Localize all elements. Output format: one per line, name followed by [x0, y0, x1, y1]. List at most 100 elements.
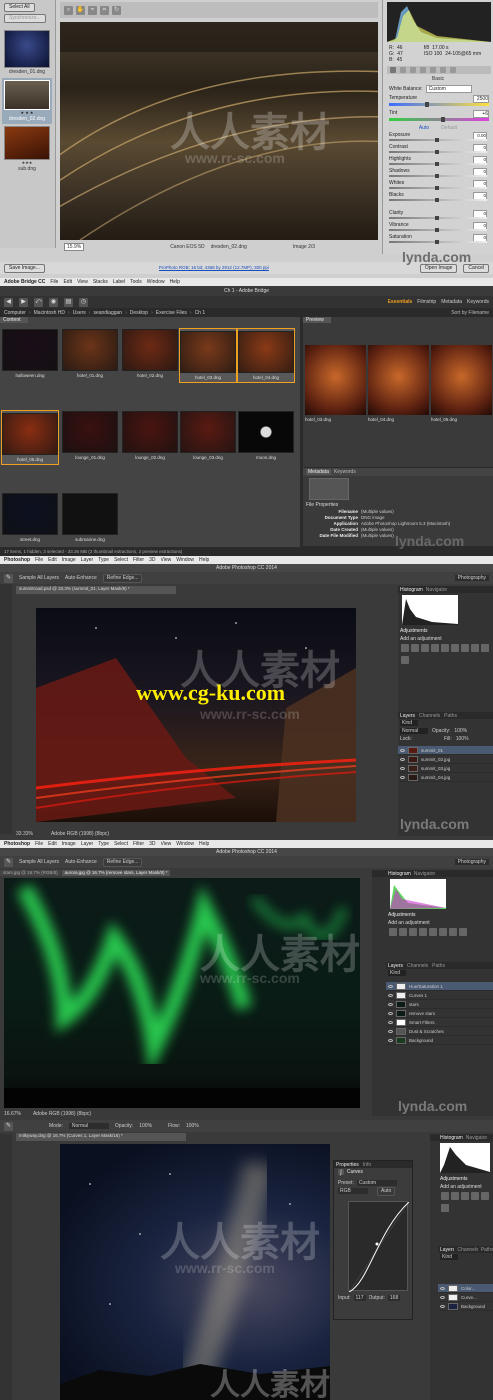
- document-tab-stars[interactable]: stars.jpg @ 16.7% (RGB/8): [0, 870, 61, 876]
- kind-filter[interactable]: Kind: [400, 720, 418, 726]
- workflow-options-link[interactable]: ProPhoto RGB; 16 bit; 4368 by 2912 (12.7…: [159, 265, 269, 271]
- menu-item[interactable]: Label: [113, 279, 125, 285]
- thumbnail-item[interactable]: hotel_05.dng: [1, 410, 59, 465]
- default-link[interactable]: Default: [441, 125, 457, 131]
- visibility-eye-icon[interactable]: [400, 757, 405, 761]
- input-value[interactable]: 117: [353, 1295, 366, 1301]
- zoom-level[interactable]: 15.9%: [64, 243, 85, 251]
- brightness-icon[interactable]: [441, 1192, 449, 1200]
- vibrance-icon[interactable]: [429, 928, 437, 936]
- open-recent-icon[interactable]: ◷: [79, 297, 88, 307]
- menu-item[interactable]: Window: [176, 557, 194, 563]
- camera-icon[interactable]: ◉: [49, 297, 58, 307]
- filmstrip-item-selected[interactable]: ★ ★ ★ dresden_02.dng: [2, 78, 52, 124]
- layers-panel-tab[interactable]: Layers: [440, 1247, 454, 1253]
- thumbnail-item[interactable]: hotel_02.dng: [122, 329, 178, 378]
- crop-tool-icon[interactable]: ⌗: [100, 5, 109, 15]
- menu-item[interactable]: Layer: [81, 557, 94, 563]
- properties-tab[interactable]: Properties: [336, 1162, 359, 1168]
- menu-item[interactable]: Help: [199, 841, 209, 847]
- menu-item[interactable]: 3D: [149, 557, 155, 563]
- auto-link[interactable]: Auto: [419, 125, 429, 131]
- layer-row[interactable]: Curves 1: [386, 991, 493, 1000]
- preset-select[interactable]: Custom: [356, 1180, 397, 1186]
- detail-tab-icon[interactable]: [410, 67, 416, 73]
- auto-button[interactable]: Auto: [377, 1186, 396, 1196]
- visibility-eye-icon[interactable]: [388, 1029, 393, 1033]
- vibrance-icon[interactable]: [441, 644, 449, 652]
- kind-filter[interactable]: Kind: [440, 1254, 458, 1260]
- workspace-tab[interactable]: Filmstrip: [417, 299, 436, 305]
- visibility-eye-icon[interactable]: [388, 1020, 393, 1024]
- mode-select[interactable]: Normal: [68, 1123, 109, 1129]
- tone-curve-tab-icon[interactable]: [400, 67, 406, 73]
- breadcrumb-item[interactable]: Ch 1: [195, 310, 206, 316]
- menu-item[interactable]: Image: [62, 841, 76, 847]
- slider-knob[interactable]: [435, 162, 439, 166]
- navigator-tab[interactable]: Navigator: [466, 1135, 487, 1141]
- visibility-eye-icon[interactable]: [440, 1304, 445, 1308]
- keywords-tab[interactable]: Keywords: [334, 469, 356, 475]
- menu-item[interactable]: Select: [114, 557, 128, 563]
- visibility-eye-icon[interactable]: [400, 775, 405, 779]
- zoom-level[interactable]: 16.67%: [4, 1111, 21, 1117]
- filmstrip-item[interactable]: ★★★ sub.dng: [4, 126, 50, 172]
- menu-item[interactable]: View: [77, 279, 88, 285]
- basic-tab-icon[interactable]: [390, 67, 396, 73]
- curves-icon[interactable]: [421, 644, 429, 652]
- zoom-tool-icon[interactable]: ⌕: [64, 5, 73, 15]
- fx-tab-icon[interactable]: [450, 67, 456, 73]
- hand-tool-icon[interactable]: ✋: [76, 5, 85, 15]
- curve-graph[interactable]: [348, 1201, 410, 1293]
- menu-item[interactable]: File: [35, 841, 43, 847]
- layers-panel-tab[interactable]: Channels: [457, 1247, 477, 1253]
- refine-edge-button[interactable]: Refine Edge...: [102, 857, 143, 867]
- auto-enhance[interactable]: Auto-Enhance: [65, 859, 97, 865]
- ps-doc-tab[interactable]: milkyway.dng @ 16.7% (Curves 1, Layer Ma…: [16, 1133, 186, 1141]
- levels-icon[interactable]: [411, 644, 419, 652]
- layer-row[interactable]: summit_01: [398, 746, 493, 755]
- boomerang-icon[interactable]: ⤺: [34, 297, 43, 307]
- visibility-eye-icon[interactable]: [440, 1295, 445, 1299]
- menu-item[interactable]: Filter: [133, 557, 144, 563]
- slider-knob[interactable]: [435, 186, 439, 190]
- layer-row[interactable]: Smart Filters: [386, 1018, 493, 1027]
- thumbnail-item[interactable]: hotel_04.dng: [237, 328, 295, 383]
- visibility-eye-icon[interactable]: [388, 984, 393, 988]
- curves-icon[interactable]: [461, 1192, 469, 1200]
- menu-item[interactable]: File: [35, 557, 43, 563]
- temperature-track[interactable]: [389, 103, 489, 106]
- kind-filter[interactable]: Kind: [388, 970, 406, 976]
- breadcrumb-item[interactable]: seandiaggan: [93, 310, 122, 316]
- breadcrumb-item[interactable]: Computer: [4, 310, 26, 316]
- menu-item[interactable]: Type: [98, 557, 109, 563]
- layer-row[interactable]: summit_03.jpg: [398, 764, 493, 773]
- sample-all-layers[interactable]: Sample All Layers: [19, 859, 59, 865]
- tint-knob[interactable]: [441, 117, 445, 122]
- white-balance-select[interactable]: Custom: [425, 85, 472, 93]
- adjustments-tab[interactable]: Adjustments: [440, 1176, 468, 1182]
- levels-icon[interactable]: [399, 928, 407, 936]
- zoom-level[interactable]: 33.33%: [16, 831, 33, 837]
- menu-item[interactable]: Help: [170, 279, 180, 285]
- sample-all-layers[interactable]: Sample All Layers: [19, 575, 59, 581]
- flow-value[interactable]: 100%: [186, 1123, 199, 1129]
- layers-panel-tab[interactable]: Channels: [419, 713, 440, 719]
- temperature-knob[interactable]: [425, 102, 429, 107]
- layer-row[interactable]: remove stars: [386, 1009, 493, 1018]
- layer-row[interactable]: summit_04.jpg: [398, 773, 493, 782]
- menu-item[interactable]: Stacks: [93, 279, 108, 285]
- levels-icon[interactable]: [451, 1192, 459, 1200]
- layer-row[interactable]: stars: [386, 1000, 493, 1009]
- forward-arrow-icon[interactable]: ▶: [19, 297, 28, 307]
- split-tab-icon[interactable]: [430, 67, 436, 73]
- brightness-icon[interactable]: [389, 928, 397, 936]
- visibility-eye-icon[interactable]: [440, 1286, 445, 1290]
- visibility-eye-icon[interactable]: [400, 748, 405, 752]
- visibility-eye-icon[interactable]: [400, 766, 405, 770]
- visibility-eye-icon[interactable]: [388, 1011, 393, 1015]
- layer-row[interactable]: Dust & Scratches: [386, 1027, 493, 1036]
- layer-row[interactable]: Background: [438, 1302, 493, 1311]
- exposure-icon[interactable]: [431, 644, 439, 652]
- auto-enhance[interactable]: Auto-Enhance: [65, 575, 97, 581]
